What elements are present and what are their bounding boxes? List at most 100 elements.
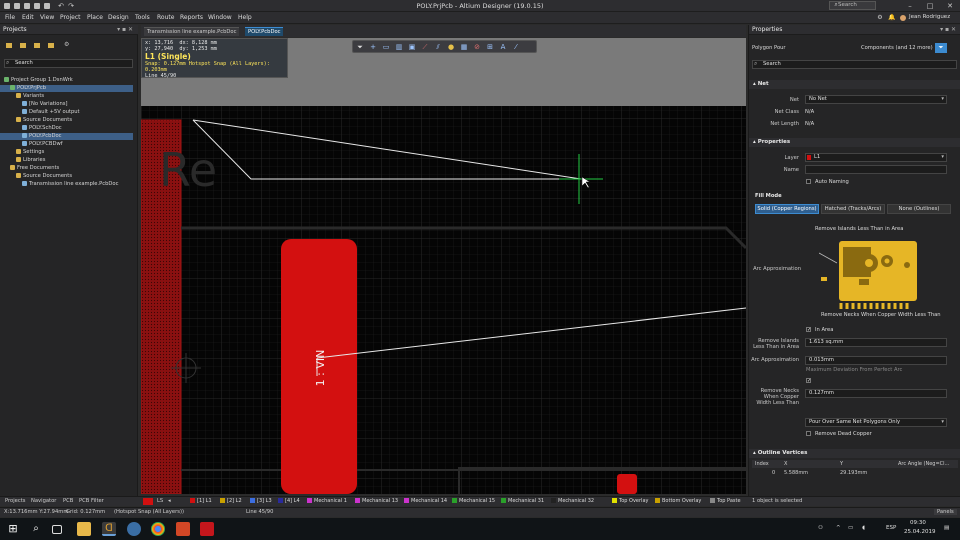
notifications-icon[interactable]: 🔔: [887, 13, 897, 23]
tree-item[interactable]: Transmission line example.PcbDoc: [0, 181, 133, 188]
layer-tab[interactable]: Mechanical 1: [307, 498, 347, 504]
layer-tab[interactable]: Mechanical 13: [355, 498, 398, 504]
network-icon[interactable]: ▭: [848, 525, 853, 531]
plus-icon[interactable]: +: [369, 43, 377, 51]
layer-tab[interactable]: Mechanical 32: [551, 498, 594, 504]
align-icon[interactable]: ▥: [395, 43, 403, 51]
task-view-icon[interactable]: [52, 525, 62, 534]
auto-naming-checkbox[interactable]: [806, 179, 811, 184]
necks-input[interactable]: 0.127mm: [805, 389, 947, 398]
tree-item[interactable]: Default +5V output: [0, 109, 133, 116]
menu-view[interactable]: View: [40, 14, 54, 21]
panel-menu-icon[interactable]: ▾ ▪ ✕: [940, 26, 956, 33]
table-row[interactable]: 0 5.588mm 29.193mm: [752, 469, 958, 477]
tree-item[interactable]: Source Documents: [0, 173, 133, 180]
layer-tab[interactable]: [4] L4: [278, 498, 300, 504]
menu-help[interactable]: Help: [238, 14, 252, 21]
line-icon[interactable]: ⁄: [512, 43, 520, 51]
minimize-icon[interactable]: –: [905, 1, 915, 11]
tab-pcb-filter[interactable]: PCB Filter: [79, 498, 104, 504]
remove-dead-copper-checkbox[interactable]: [806, 431, 811, 436]
powerpoint-icon[interactable]: [176, 522, 190, 536]
menu-project[interactable]: Project: [60, 14, 81, 21]
tab-transmission-line[interactable]: Transmission line example.PcbDoc: [144, 27, 240, 36]
diff-pair-icon[interactable]: ⫽: [434, 43, 442, 51]
via-icon[interactable]: ●: [447, 43, 455, 51]
volume-icon[interactable]: ◖: [862, 525, 865, 531]
open-project-icon[interactable]: [6, 43, 12, 48]
dimension-icon[interactable]: ⊞: [486, 43, 494, 51]
fill-mode-none[interactable]: None (Outlines): [887, 204, 951, 214]
in-area-checkbox[interactable]: ✓: [806, 327, 811, 333]
layer-tab[interactable]: Mechanical 31: [501, 498, 544, 504]
acrobat-icon[interactable]: [200, 522, 214, 536]
layer-set-button[interactable]: LS: [157, 498, 163, 504]
component-icon[interactable]: ▣: [408, 43, 416, 51]
refresh-icon[interactable]: [48, 43, 54, 48]
selection-filter[interactable]: Components (and 12 more): [861, 45, 933, 51]
route-icon[interactable]: ⟋: [421, 43, 429, 51]
tab-poly-pcbdoc[interactable]: POLY.PcbDoc: [245, 27, 284, 36]
menu-reports[interactable]: Reports: [180, 14, 203, 21]
layer-tab[interactable]: Mechanical 15: [452, 498, 495, 504]
tree-item[interactable]: Settings: [0, 149, 133, 156]
filter-icon[interactable]: ⏷: [935, 43, 947, 53]
layer-tab[interactable]: Top Overlay: [612, 498, 648, 504]
tree-item[interactable]: Libraries: [0, 157, 133, 164]
fill-mode-solid[interactable]: Solid (Copper Regions): [755, 204, 819, 214]
projects-search-input[interactable]: Search: [4, 59, 133, 68]
menu-place[interactable]: Place: [87, 14, 103, 21]
people-icon[interactable]: ⚇: [818, 525, 823, 531]
tree-item[interactable]: POLY.PrjPcb: [0, 85, 133, 92]
tree-item[interactable]: Source Documents: [0, 117, 133, 124]
search-icon[interactable]: ⌕: [29, 522, 43, 536]
maximize-icon[interactable]: □: [925, 1, 935, 11]
tree-item[interactable]: POLY.PCBDwf: [0, 141, 133, 148]
fill-mode-hatched[interactable]: Hatched (Tracks/Arcs): [821, 204, 885, 214]
tab-pcb[interactable]: PCB: [63, 498, 73, 504]
layer-tab[interactable]: [1] L1: [190, 498, 212, 504]
name-input[interactable]: [805, 165, 947, 174]
app-icon[interactable]: [127, 522, 141, 536]
language-indicator[interactable]: ESP: [886, 525, 896, 531]
tab-projects[interactable]: Projects: [5, 498, 25, 504]
file-explorer-icon[interactable]: [77, 522, 91, 536]
layer-tab[interactable]: Bottom Overlay: [655, 498, 701, 504]
open-folder-icon[interactable]: [20, 43, 26, 48]
clock-date[interactable]: 25.04.2019: [904, 529, 936, 535]
layer-tab[interactable]: Mechanical 14: [404, 498, 447, 504]
user-name[interactable]: Jean Rodriguez: [909, 14, 950, 20]
menu-tools[interactable]: Tools: [135, 14, 150, 21]
tree-item[interactable]: POLY.SchDoc: [0, 125, 133, 132]
pour-over-select[interactable]: Pour Over Same Net Polygons Only: [805, 418, 947, 427]
net-section-header[interactable]: ▴ Net: [749, 80, 960, 89]
panels-button[interactable]: Panels: [934, 509, 957, 515]
filter-icon[interactable]: ⏷: [356, 43, 364, 51]
panel-menu-icon[interactable]: ▾ ▪ ✕: [117, 26, 133, 33]
tree-item[interactable]: Project Group 1.DsnWrk: [0, 77, 133, 84]
windows-start-icon[interactable]: ⊞: [6, 522, 20, 536]
layer-select[interactable]: L1: [805, 153, 947, 162]
islands-input[interactable]: 1.613 sq.mm: [805, 338, 947, 347]
menu-file[interactable]: File: [5, 14, 15, 21]
save-project-icon[interactable]: [34, 43, 40, 48]
pcb-canvas[interactable]: Re 1 : VIN: [141, 38, 746, 494]
pad-small[interactable]: [617, 474, 637, 494]
keepout-icon[interactable]: ⊘: [473, 43, 481, 51]
menu-edit[interactable]: Edit: [22, 14, 34, 21]
layer-tab[interactable]: [2] L2: [220, 498, 242, 504]
outline-vertices-header[interactable]: ▴ Outline Vertices: [749, 449, 960, 458]
menu-window[interactable]: Window: [208, 14, 232, 21]
fill-icon[interactable]: ▦: [460, 43, 468, 51]
notification-center-icon[interactable]: ▤: [944, 525, 949, 531]
show-hidden-icon[interactable]: ^: [836, 525, 841, 531]
necks-checkbox[interactable]: ✓: [806, 378, 811, 384]
clock-time[interactable]: 09:30: [910, 520, 926, 526]
layer-tab[interactable]: [3] L3: [250, 498, 272, 504]
menu-route[interactable]: Route: [157, 14, 174, 21]
scroll-left-icon[interactable]: ◂: [168, 498, 171, 504]
altium-icon[interactable]: ᗡ: [102, 522, 116, 536]
layer-tab[interactable]: Top Paste: [710, 498, 741, 504]
properties-search-input[interactable]: Search: [752, 60, 957, 69]
select-rect-icon[interactable]: ▭: [382, 43, 390, 51]
